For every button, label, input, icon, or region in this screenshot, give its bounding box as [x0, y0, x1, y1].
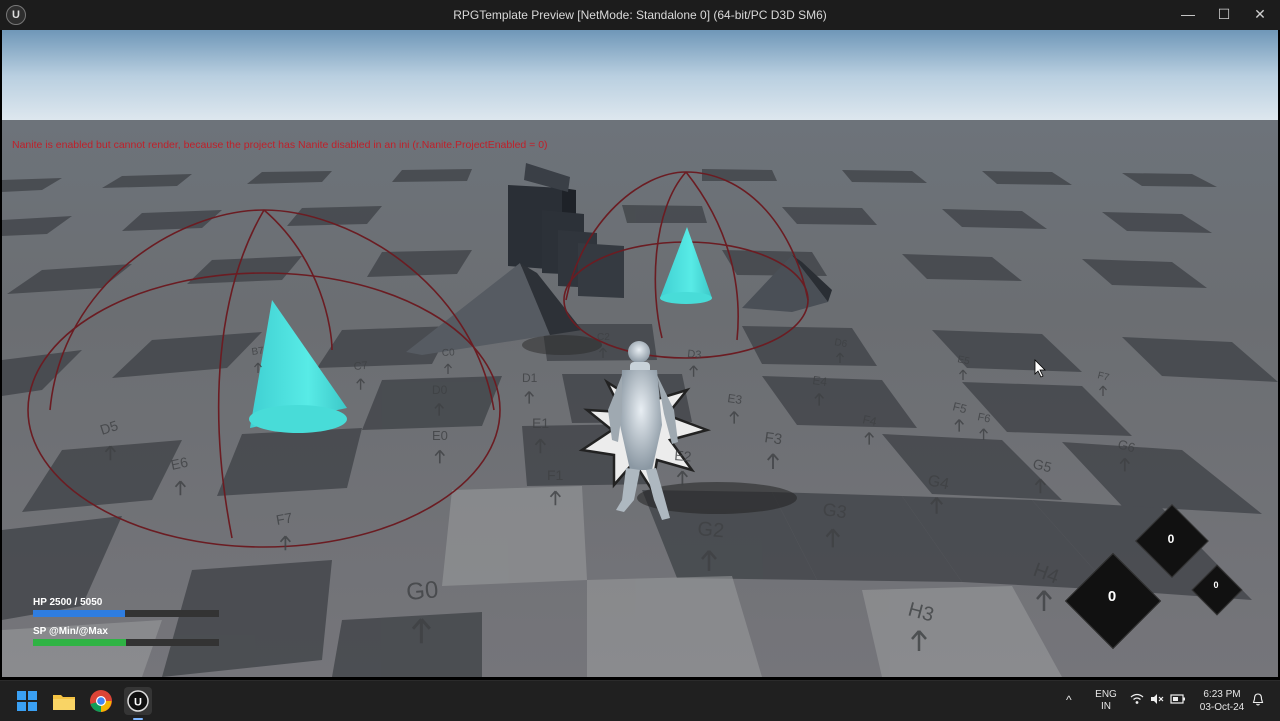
tray-chevron-icon[interactable]: ^: [1066, 693, 1072, 707]
clock-time: 6:23 PM: [1203, 689, 1241, 700]
tile-label: F3: [763, 429, 783, 448]
nanite-warning-text: Nanite is enabled but cannot render, bec…: [12, 139, 548, 151]
region-code: IN: [1101, 701, 1111, 712]
windows-taskbar: U ^ ENG IN 6:23 PM 03-Oct-24: [0, 680, 1280, 721]
maximize-button[interactable]: ☐: [1206, 4, 1242, 24]
tile-label: C0: [442, 347, 456, 359]
unreal-engine-icon[interactable]: U: [124, 687, 152, 720]
hp-bar: [33, 610, 219, 617]
svg-text:U: U: [134, 697, 142, 709]
file-explorer-icon[interactable]: [50, 687, 78, 715]
tile-label: B7: [251, 345, 265, 358]
tile-label: D1: [522, 371, 538, 385]
tile-label: G0: [405, 576, 439, 606]
windows-start-icon[interactable]: [13, 687, 41, 715]
clock[interactable]: 6:23 PM 03-Oct-24: [1194, 688, 1250, 714]
tile-label: D0: [432, 383, 448, 397]
tile-label: D6: [833, 337, 848, 350]
sky: [2, 30, 1278, 122]
clock-date: 03-Oct-24: [1199, 702, 1245, 713]
wifi-icon[interactable]: [1130, 693, 1144, 708]
sp-bar-fill: [33, 639, 126, 646]
close-button[interactable]: ✕: [1242, 4, 1278, 24]
skill-slot-small-value: 0: [1213, 580, 1219, 590]
battery-icon[interactable]: [1170, 693, 1186, 708]
tile-label: E1: [532, 415, 549, 431]
window-titlebar: U RPGTemplate Preview [NetMode: Standalo…: [0, 0, 1280, 30]
volume-muted-icon[interactable]: [1150, 693, 1164, 708]
window-title: RPGTemplate Preview [NetMode: Standalone…: [453, 8, 827, 22]
sp-bar: [33, 639, 219, 646]
chrome-icon[interactable]: [87, 687, 115, 715]
sp-label: SP @Min/@Max: [33, 626, 108, 637]
tile-label: D3: [687, 348, 702, 361]
skill-slot-top-value: 0: [1167, 532, 1175, 546]
tile-label: E3: [727, 391, 744, 407]
tile-label: E2: [674, 447, 693, 464]
tile-label: E0: [432, 428, 448, 443]
minimize-button[interactable]: —: [1170, 4, 1206, 24]
hp-label: HP 2500 / 5050: [33, 597, 103, 608]
ramp-shadow: [522, 335, 602, 355]
tile-label: G2: [697, 518, 726, 542]
tile-label: C7: [353, 360, 368, 373]
tile-label: E4: [812, 373, 829, 389]
language-code: ENG: [1095, 689, 1117, 700]
tile-label: F1: [547, 467, 564, 483]
skill-slot-large-value: 0: [1107, 588, 1117, 605]
tile-label: G3: [821, 499, 848, 522]
hp-bar-fill: [33, 610, 126, 617]
language-indicator[interactable]: ENG IN: [1092, 689, 1120, 713]
tile-label: F7: [275, 509, 294, 528]
game-viewport[interactable]: D5 E6 F7 G0 G2 G3 G4 G5 G6 H3 H4 E1 F1 E3 F3 F4 F5 E4 D0 D1…: [2, 30, 1278, 677]
tile-label: C2: [597, 332, 610, 343]
notification-bell-icon[interactable]: [1252, 693, 1264, 709]
